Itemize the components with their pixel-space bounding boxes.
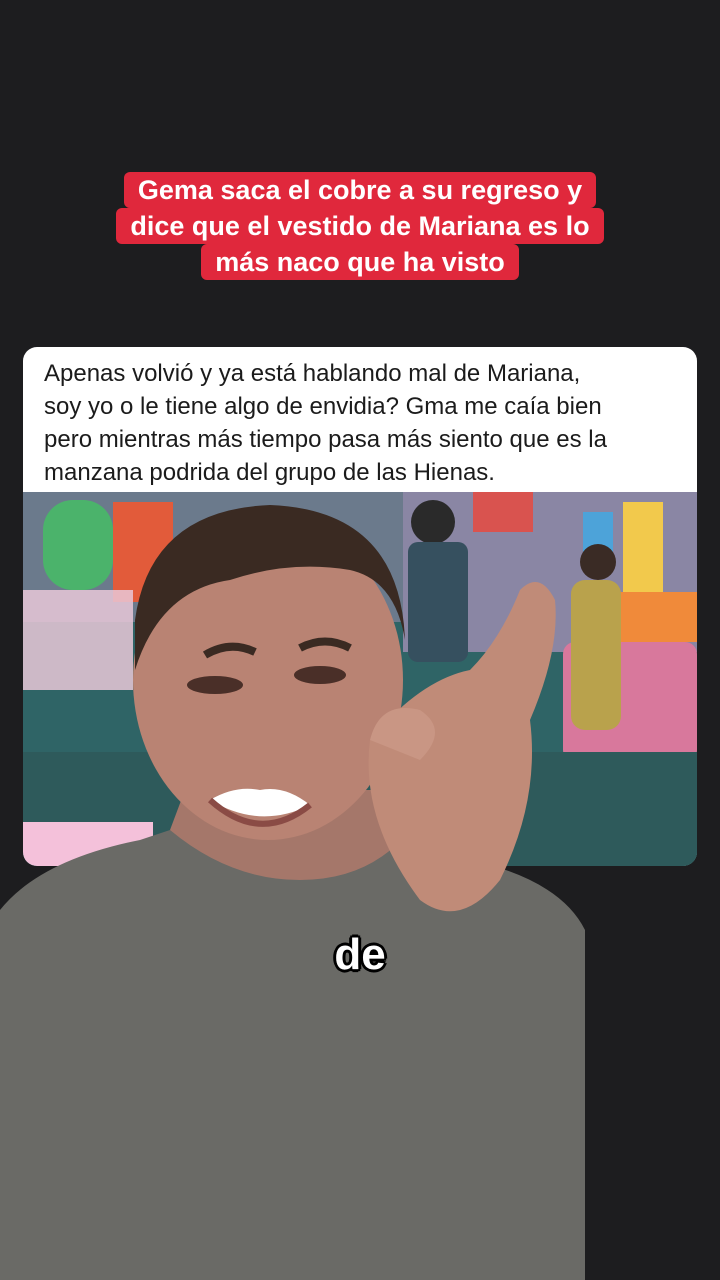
video-stage[interactable]: Gema saca el cobre a su regreso y dice q…: [0, 0, 720, 1280]
post-text-line-3: pero mientras más tiempo pasa más siento…: [44, 426, 607, 453]
post-text-line-2: soy yo o le tiene algo de envidia? Gma m…: [44, 393, 602, 420]
post-text-line-4: manzana podrida del grupo de las Hienas.: [44, 459, 495, 486]
presenter-figure: [0, 505, 585, 1280]
post-text: Apenas volvió y ya está hablando mal de …: [44, 357, 684, 489]
caption-subtitle: de: [334, 930, 386, 979]
headline-line-3: más naco que ha visto: [201, 244, 519, 280]
headline-banner: Gema saca el cobre a su regreso y dice q…: [0, 172, 720, 280]
post-text-line-1: Apenas volvió y ya está hablando mal de …: [44, 360, 581, 387]
headline-line-1: Gema saca el cobre a su regreso y: [123, 172, 597, 208]
headline-line-2: dice que el vestido de Mariana es lo: [116, 208, 604, 244]
